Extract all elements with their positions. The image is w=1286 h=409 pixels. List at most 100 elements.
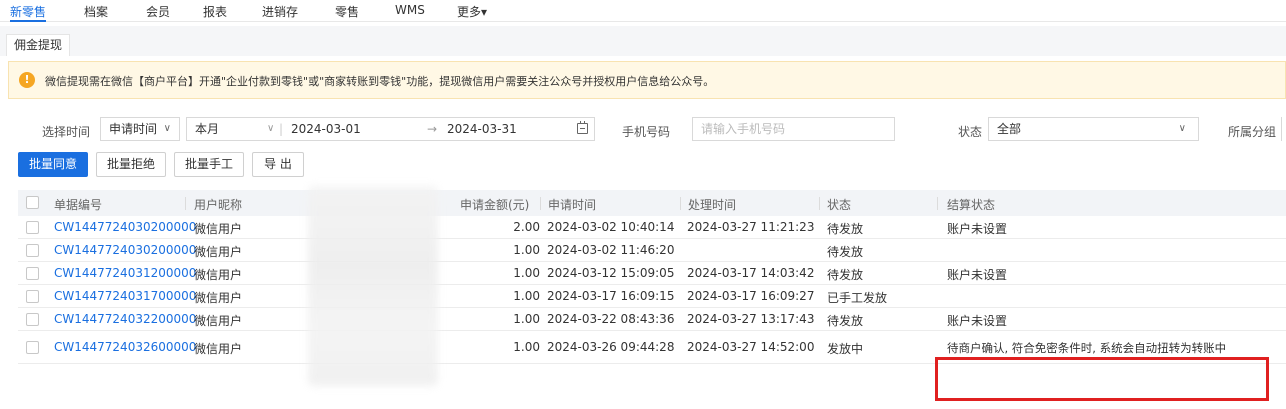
nav-item-archive[interactable]: 档案 xyxy=(84,3,108,20)
amount: 2.00 xyxy=(513,220,540,234)
warning-icon: ! xyxy=(19,72,35,88)
top-navigation: 新零售 档案 会员 报表 进销存 零售 WMS 更多▾ xyxy=(0,0,1286,22)
date-end[interactable]: 2024-03-31 xyxy=(447,118,517,140)
status: 已手工发放 xyxy=(827,291,888,305)
order-no-link[interactable]: CW1447724031700000 xyxy=(54,289,196,303)
calendar-icon[interactable] xyxy=(577,121,588,134)
nickname: 微信用户 xyxy=(194,314,243,328)
date-start[interactable]: 2024-03-01 xyxy=(291,118,361,140)
batch-manual-button[interactable]: 批量手工 xyxy=(174,152,244,177)
nickname: 微信用户 xyxy=(194,291,243,305)
chevron-down-icon: ∨ xyxy=(1178,123,1186,134)
process-time: 2024-03-17 14:03:42 xyxy=(687,266,815,280)
nav-item-wms[interactable]: WMS xyxy=(395,3,425,17)
nickname: 微信用户 xyxy=(194,342,243,356)
column-divider xyxy=(185,197,186,210)
header-settle-status: 结算状态 xyxy=(947,198,996,212)
row-checkbox[interactable] xyxy=(26,341,39,354)
table-row[interactable]: CW1447724031700000 微信用户 1.00 2024-03-17 … xyxy=(18,285,1286,308)
tab-commission-withdrawal[interactable]: 佣金提现 xyxy=(6,34,70,56)
status-label: 状态 xyxy=(958,125,983,139)
header-order-no: 单据编号 xyxy=(54,198,103,212)
page-tab-bar: 佣金提现 xyxy=(0,26,1286,56)
highlight-annotation xyxy=(935,357,1269,401)
apply-time: 2024-03-26 09:44:28 xyxy=(547,340,675,354)
settle-status: 账户未设置 xyxy=(947,314,1008,328)
status: 待发放 xyxy=(827,245,864,259)
phone-label: 手机号码 xyxy=(622,125,671,139)
table-row[interactable]: CW1447724030200000 微信用户 1.00 2024-03-02 … xyxy=(18,239,1286,262)
time-type-value: 申请时间 xyxy=(109,122,158,136)
row-checkbox[interactable] xyxy=(26,313,39,326)
header-process-time: 处理时间 xyxy=(688,198,737,212)
settle-status: 待商户确认, 符合免密条件时, 系统会自动扭转为转账中 xyxy=(947,341,1227,355)
batch-approve-button[interactable]: 批量同意 xyxy=(18,152,88,177)
export-button[interactable]: 导 出 xyxy=(252,152,304,177)
group-select[interactable] xyxy=(1281,117,1286,141)
column-divider xyxy=(540,197,541,210)
nav-item-inventory[interactable]: 进销存 xyxy=(262,3,298,20)
status: 待发放 xyxy=(827,268,864,282)
amount: 1.00 xyxy=(513,266,540,280)
order-no-link[interactable]: CW1447724032600000 xyxy=(54,340,196,354)
batch-reject-button[interactable]: 批量拒绝 xyxy=(96,152,166,177)
header-nickname: 用户昵称 xyxy=(194,198,243,212)
column-divider xyxy=(819,197,820,210)
table-row[interactable]: CW1447724031200000 微信用户 1.00 2024-03-12 … xyxy=(18,262,1286,285)
nav-item-more[interactable]: 更多▾ xyxy=(457,3,487,20)
redacted-area xyxy=(308,186,438,386)
header-amount: 申请金额(元) xyxy=(460,198,530,212)
status-select[interactable]: 全部 ∨ xyxy=(988,117,1199,141)
chevron-down-icon: ∨ xyxy=(267,123,275,134)
nav-item-member[interactable]: 会员 xyxy=(146,3,170,20)
process-time: 2024-03-17 16:09:27 xyxy=(687,289,815,303)
time-type-select[interactable]: 申请时间 ∨ xyxy=(100,117,180,141)
nickname: 微信用户 xyxy=(194,222,243,236)
notice-banner: ! 微信提现需在微信【商户平台】开通"企业付款到零钱"或"商家转账到零钱"功能，… xyxy=(8,61,1286,99)
nav-item-report[interactable]: 报表 xyxy=(203,3,227,20)
column-divider xyxy=(937,197,938,210)
select-all-checkbox[interactable] xyxy=(26,196,39,209)
nickname: 微信用户 xyxy=(194,268,243,282)
order-no-link[interactable]: CW1447724030200000 xyxy=(54,220,196,234)
time-filter-label: 选择时间 xyxy=(42,125,91,139)
status-value: 全部 xyxy=(997,122,1022,136)
amount: 1.00 xyxy=(513,312,540,326)
table-row[interactable]: CW1447724030200000 微信用户 2.00 2024-03-02 … xyxy=(18,216,1286,239)
order-no-link[interactable]: CW1447724031200000 xyxy=(54,266,196,280)
order-no-link[interactable]: CW1447724030200000 xyxy=(54,243,196,257)
amount: 1.00 xyxy=(513,243,540,257)
apply-time: 2024-03-17 16:09:15 xyxy=(547,289,675,303)
phone-input[interactable]: 请输入手机号码 xyxy=(692,117,895,141)
notice-text: 微信提现需在微信【商户平台】开通"企业付款到零钱"或"商家转账到零钱"功能，提现… xyxy=(45,75,715,88)
process-time: 2024-03-27 13:17:43 xyxy=(687,312,815,326)
apply-time: 2024-03-22 08:43:36 xyxy=(547,312,675,326)
arrow-right-icon: → xyxy=(427,122,438,136)
phone-placeholder: 请输入手机号码 xyxy=(701,122,786,136)
order-no-link[interactable]: CW1447724032200000 xyxy=(54,312,196,326)
status: 待发放 xyxy=(827,222,864,236)
period-value: 本月 xyxy=(195,122,220,136)
nav-item-retail[interactable]: 零售 xyxy=(335,3,359,20)
apply-time: 2024-03-02 11:46:20 xyxy=(547,243,675,257)
divider: | xyxy=(279,122,284,136)
row-checkbox[interactable] xyxy=(26,290,39,303)
nickname: 微信用户 xyxy=(194,245,243,259)
date-range-picker[interactable]: 本月 ∨ | 2024-03-01 → 2024-03-31 xyxy=(186,117,595,141)
row-checkbox[interactable] xyxy=(26,221,39,234)
process-time: 2024-03-27 14:52:00 xyxy=(687,340,815,354)
nav-item-new-retail[interactable]: 新零售 xyxy=(10,3,47,22)
header-status: 状态 xyxy=(827,198,852,212)
status: 待发放 xyxy=(827,314,864,328)
header-apply-time: 申请时间 xyxy=(548,198,597,212)
apply-time: 2024-03-12 15:09:05 xyxy=(547,266,675,280)
group-label: 所属分组 xyxy=(1228,125,1277,139)
amount: 1.00 xyxy=(513,289,540,303)
chevron-down-icon: ∨ xyxy=(163,123,171,134)
column-divider xyxy=(680,197,681,210)
row-checkbox[interactable] xyxy=(26,267,39,280)
table-row[interactable]: CW1447724032200000 微信用户 1.00 2024-03-22 … xyxy=(18,308,1286,331)
row-checkbox[interactable] xyxy=(26,244,39,257)
process-time: 2024-03-27 11:21:23 xyxy=(687,220,815,234)
amount: 1.00 xyxy=(513,340,540,354)
